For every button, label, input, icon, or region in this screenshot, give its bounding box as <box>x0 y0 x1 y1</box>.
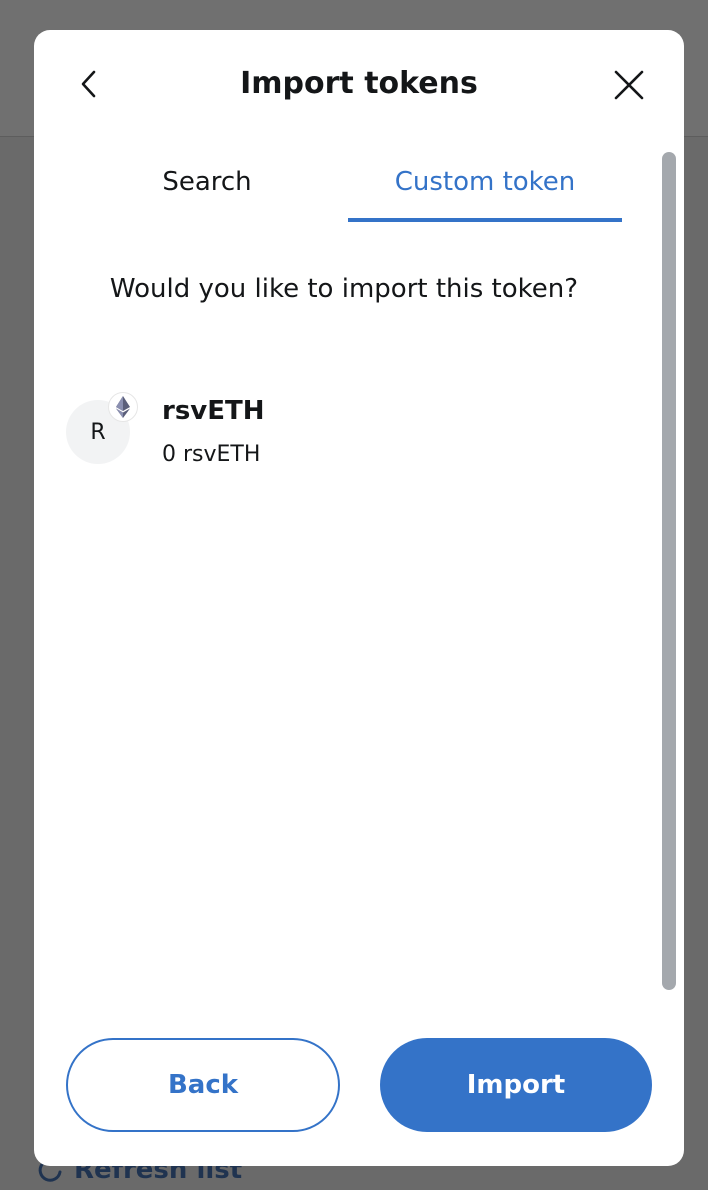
modal-header: Import tokens <box>34 30 684 142</box>
scrollbar[interactable] <box>662 152 676 990</box>
token-avatar-letter: R <box>90 419 106 445</box>
token-item: R rsvETH 0 rsvETH <box>66 392 626 492</box>
modal-title: Import tokens <box>240 66 478 101</box>
tab-custom-token[interactable]: Custom token <box>348 154 622 222</box>
import-button[interactable]: Import <box>380 1038 652 1132</box>
close-icon[interactable] <box>612 68 646 102</box>
tab-bar: Search Custom token <box>70 154 622 224</box>
token-symbol: rsvETH <box>162 396 265 426</box>
tab-search[interactable]: Search <box>70 154 344 222</box>
import-tokens-modal: Import tokens Search Custom token Would … <box>34 30 684 1166</box>
token-balance: 0 rsvETH <box>162 442 261 467</box>
back-button[interactable]: Back <box>66 1038 340 1132</box>
ethereum-network-icon <box>108 392 138 422</box>
import-question: Would you like to import this token? <box>109 274 579 304</box>
